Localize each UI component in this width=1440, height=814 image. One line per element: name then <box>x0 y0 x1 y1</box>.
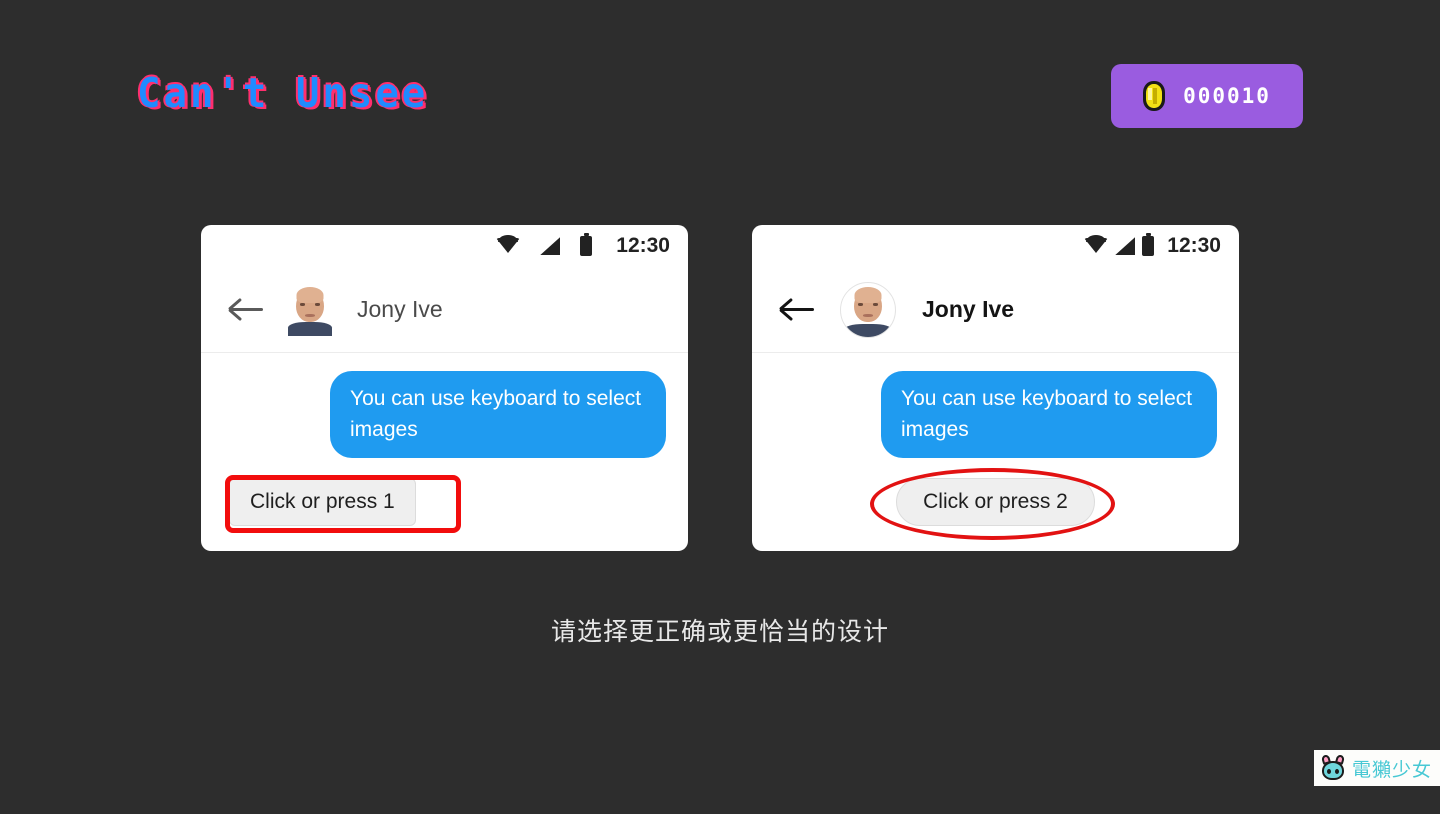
watermark: 電獺少女 <box>1313 750 1440 786</box>
back-arrow-icon[interactable] <box>778 297 814 323</box>
watermark-text: 電獺少女 <box>1351 759 1432 781</box>
score-value: 000010 <box>1183 84 1271 108</box>
choose-option-2-button[interactable]: Click or press 2 <box>896 478 1095 526</box>
signal-icon <box>540 237 561 255</box>
message-bubble: You can use keyboard to select images <box>881 371 1217 459</box>
battery-icon <box>1142 233 1155 256</box>
score-badge: 000010 <box>1111 64 1303 128</box>
back-arrow-icon[interactable] <box>227 297 263 323</box>
message-bubble: You can use keyboard to select images <box>330 371 666 459</box>
app-header: Can't Unsee 000010 <box>0 0 1440 180</box>
comparison-cards: 12:30 Jony Ive You can use keyboard to s… <box>0 225 1440 551</box>
wifi-icon <box>496 237 521 255</box>
instruction-text: 请选择更正确或更恰当的设计 <box>550 618 889 646</box>
app-logo: Can't Unsee <box>137 70 429 118</box>
choose-option-1-button[interactable]: Click or press 1 <box>229 478 416 526</box>
option-card-2[interactable]: 12:30 Jony Ive You can use keyboard to s… <box>752 225 1239 551</box>
avatar <box>287 283 333 336</box>
choose-row-2: Click or press 2 <box>752 478 1239 526</box>
battery-icon <box>580 233 593 256</box>
avatar <box>840 281 896 338</box>
signal-icon <box>1115 237 1136 255</box>
status-bar-2: 12:30 <box>752 225 1239 267</box>
contact-name: Jony Ive <box>922 296 1015 322</box>
coin-icon <box>1143 81 1166 111</box>
status-bar-1: 12:30 <box>201 225 688 267</box>
option-card-1[interactable]: 12:30 Jony Ive You can use keyboard to s… <box>201 225 688 551</box>
otter-girl-mascot-icon <box>1320 754 1346 781</box>
choose-row-1: Click or press 1 <box>201 478 688 526</box>
contact-name: Jony Ive <box>357 296 443 322</box>
app-bar-1: Jony Ive <box>201 267 688 353</box>
status-time: 12:30 <box>1167 234 1221 257</box>
chat-area-2: You can use keyboard to select images <box>752 353 1239 459</box>
wifi-icon <box>1084 237 1109 255</box>
app-bar-2: Jony Ive <box>752 267 1239 353</box>
chat-area-1: You can use keyboard to select images <box>201 353 688 459</box>
status-time: 12:30 <box>616 234 670 257</box>
